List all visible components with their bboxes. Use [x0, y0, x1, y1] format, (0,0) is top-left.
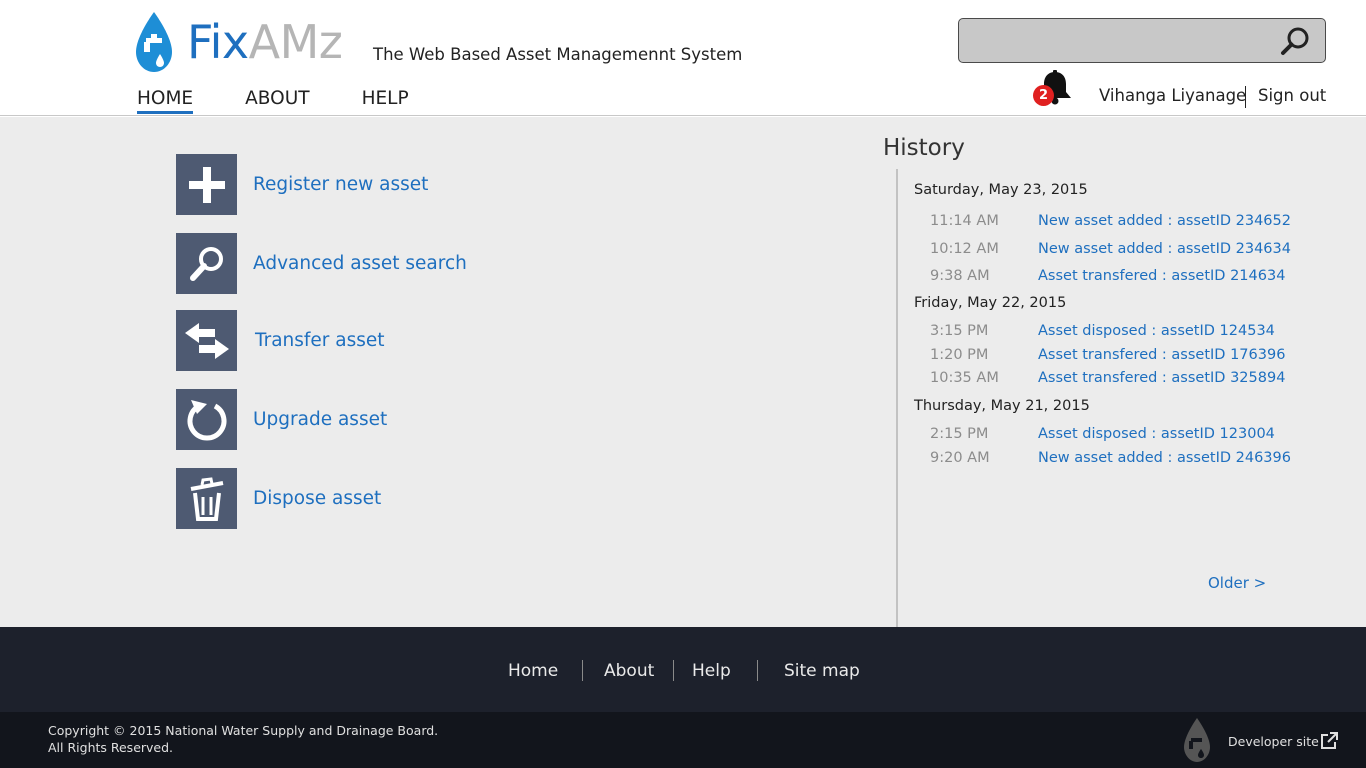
refresh-icon — [176, 389, 237, 450]
copyright-line-2: All Rights Reserved. — [48, 740, 174, 755]
brand-name: FixAMz — [187, 14, 343, 70]
advanced-search-label: Advanced asset search — [253, 253, 467, 274]
magnifier-icon — [176, 233, 237, 294]
header: FixAMz The Web Based Asset Managemennt S… — [0, 0, 1366, 116]
external-link-icon[interactable] — [1320, 732, 1338, 750]
history-divider — [896, 169, 898, 627]
history-entry-link[interactable]: Asset disposed : assetID 124534 — [1038, 323, 1275, 339]
history-entry-link[interactable]: Asset disposed : assetID 123004 — [1038, 426, 1275, 442]
brand-name-amz: AMz — [248, 15, 343, 69]
nav-help[interactable]: HELP — [362, 88, 409, 114]
history-day-1: Saturday, May 23, 2015 — [914, 182, 1088, 198]
history-entry-time: 2:15 PM — [930, 426, 989, 442]
history-entry-time: 9:38 AM — [930, 268, 990, 284]
history-entry-link[interactable]: New asset added : assetID 246396 — [1038, 450, 1291, 466]
history-entry-link[interactable]: Asset transfered : assetID 214634 — [1038, 268, 1285, 284]
footer-separator — [757, 660, 758, 681]
transfer-asset-action[interactable]: Transfer asset — [176, 310, 385, 371]
footer-separator — [673, 660, 674, 681]
history-day-3: Thursday, May 21, 2015 — [914, 398, 1090, 414]
nav-about[interactable]: ABOUT — [245, 88, 309, 114]
history-entry-time: 11:14 AM — [930, 213, 999, 229]
footer-home-link[interactable]: Home — [508, 661, 558, 681]
copyright-line-1: Copyright © 2015 National Water Supply a… — [48, 723, 439, 738]
search-box — [958, 18, 1326, 63]
dispose-asset-label: Dispose asset — [253, 488, 382, 509]
upgrade-asset-label: Upgrade asset — [253, 409, 388, 430]
transfer-asset-label: Transfer asset — [255, 330, 385, 351]
history-title: History — [883, 135, 965, 161]
footer-bottom: Copyright © 2015 National Water Supply a… — [0, 712, 1366, 768]
history-entry-time: 10:35 AM — [930, 370, 999, 386]
dispose-asset-action[interactable]: Dispose asset — [176, 468, 381, 529]
history-entry-link[interactable]: New asset added : assetID 234652 — [1038, 213, 1291, 229]
user-name[interactable]: Vihanga Liyanage — [1099, 86, 1246, 105]
history-entry-time: 9:20 AM — [930, 450, 990, 466]
advanced-search-action[interactable]: Advanced asset search — [176, 233, 467, 294]
water-drop-logo-icon — [136, 12, 172, 72]
search-icon[interactable] — [1279, 26, 1311, 58]
upgrade-asset-action[interactable]: Upgrade asset — [176, 389, 387, 450]
sign-out-link[interactable]: Sign out — [1258, 86, 1326, 105]
main-content: Register new asset Advanced asset search… — [0, 117, 1366, 627]
tagline: The Web Based Asset Managemennt System — [373, 45, 743, 64]
footer-help-link[interactable]: Help — [692, 661, 731, 681]
search-input[interactable] — [967, 25, 1267, 55]
copyright: Copyright © 2015 National Water Supply a… — [48, 722, 438, 756]
user-divider — [1245, 86, 1246, 108]
brand-name-fix: Fix — [187, 15, 249, 69]
notification-count-badge[interactable]: 2 — [1033, 85, 1054, 106]
nav-home[interactable]: HOME — [137, 88, 194, 114]
main-nav: HOME ABOUT HELP — [137, 88, 461, 114]
older-history-link[interactable]: Older > — [1208, 574, 1266, 592]
history-entry-link[interactable]: New asset added : assetID 234634 — [1038, 241, 1291, 257]
trash-icon — [176, 468, 237, 529]
history-day-2: Friday, May 22, 2015 — [914, 295, 1067, 311]
register-asset-action[interactable]: Register new asset — [176, 154, 428, 215]
history-entry-time: 3:15 PM — [930, 323, 989, 339]
transfer-arrows-icon — [176, 310, 237, 371]
footer-sitemap-link[interactable]: Site map — [784, 661, 860, 681]
footer-about-link[interactable]: About — [604, 661, 654, 681]
water-drop-footer-icon — [1184, 718, 1210, 762]
history-entry-link[interactable]: Asset transfered : assetID 176396 — [1038, 347, 1285, 363]
register-asset-label: Register new asset — [253, 174, 429, 195]
footer-separator — [582, 660, 583, 681]
history-entry-time: 10:12 AM — [930, 241, 999, 257]
developer-site-link[interactable]: Developer site — [1228, 734, 1319, 749]
plus-icon — [176, 154, 237, 215]
history-entry-link[interactable]: Asset transfered : assetID 325894 — [1038, 370, 1285, 386]
history-entry-time: 1:20 PM — [930, 347, 989, 363]
footer-nav: Home About Help Site map — [0, 627, 1366, 712]
